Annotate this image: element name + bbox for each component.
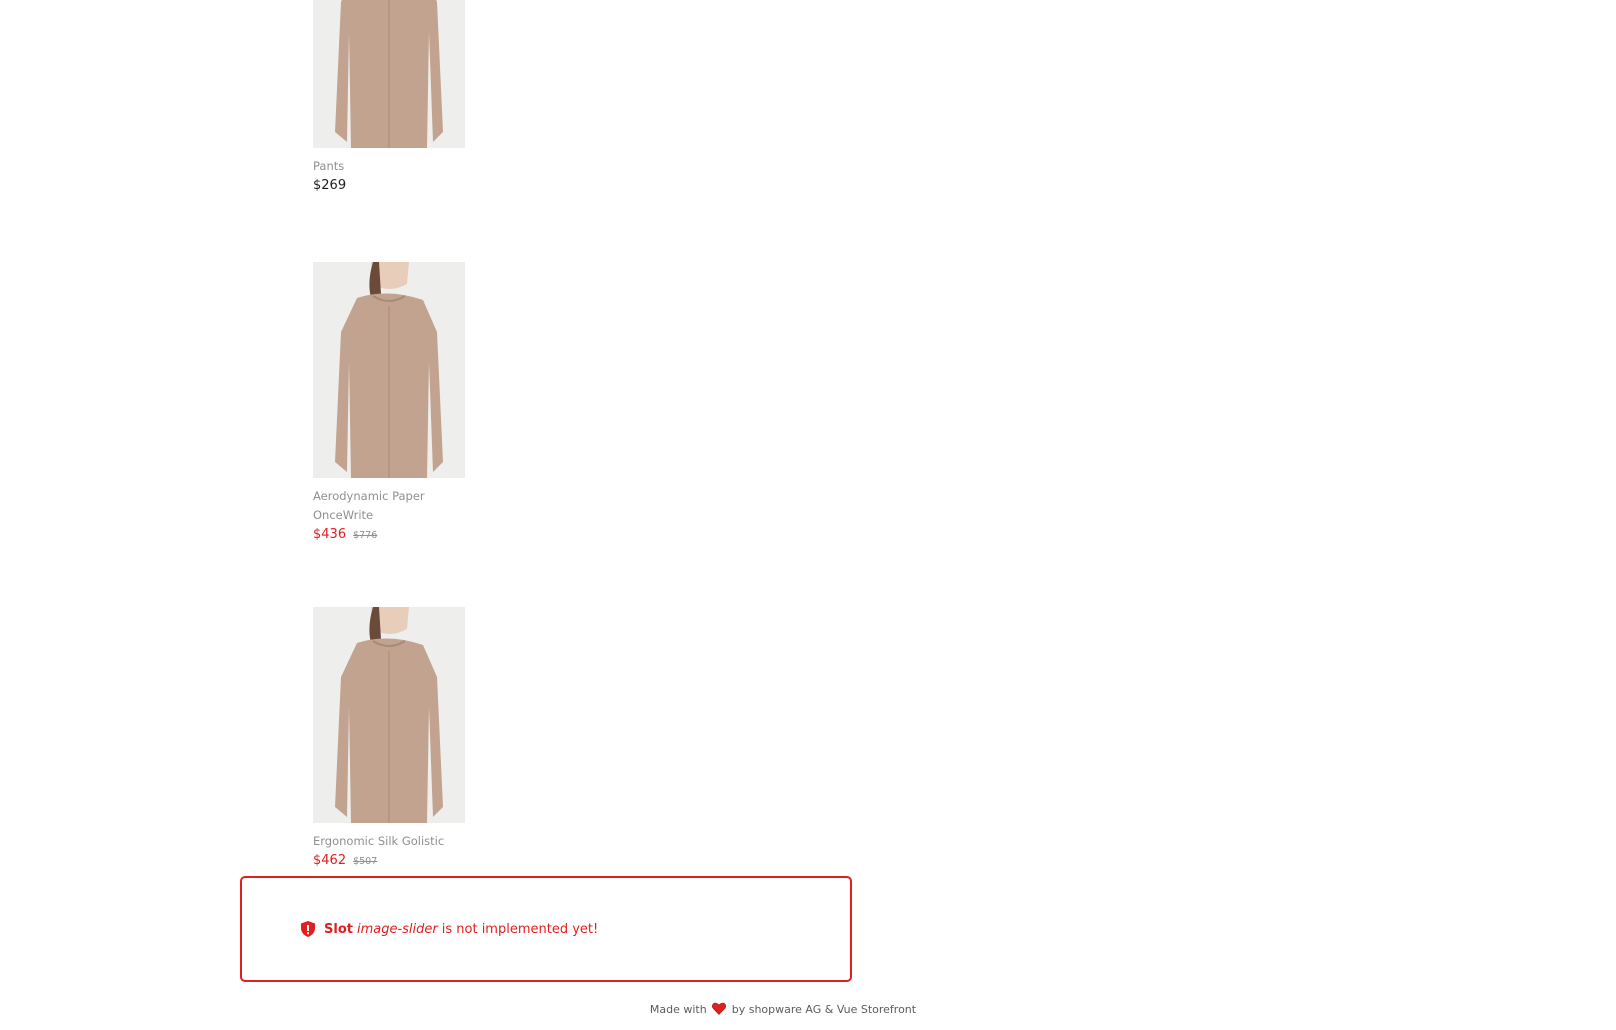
heart-icon [712,1002,727,1015]
slot-error-prefix: Slot [324,921,353,937]
sweater-photo [313,0,465,148]
price-row: $269 [313,178,465,193]
slot-error-name: image-slider [356,921,438,937]
product-name[interactable]: Aerodynamic Paper OnceWrite [313,487,465,525]
product-name[interactable]: Pants [313,157,465,176]
footer: Made with by shopware AG & Vue Storefron… [0,1002,1566,1016]
sweater-photo [313,607,465,823]
product-price-old: $776 [353,530,378,541]
product-price-special: $462 [313,853,347,868]
product-price-old: $507 [353,856,378,867]
page: Pants $269 Aerodynamic Paper OnceWrite $… [0,0,1616,1030]
product-card: Pants $269 [313,0,465,193]
product-price: $269 [313,178,347,193]
product-image[interactable] [313,262,465,478]
slot-error-box: Slot image-slider is not implemented yet… [240,876,852,982]
sweater-photo [313,262,465,478]
footer-credits: by shopware AG & Vue Storefront [731,1003,917,1016]
price-row: $436 $776 [313,527,465,542]
product-image[interactable] [313,607,465,823]
product-card: Ergonomic Silk Golistic $462 $507 [313,607,465,868]
product-image[interactable] [313,0,465,148]
product-price-special: $436 [313,527,347,542]
price-row: $462 $507 [313,853,465,868]
shield-alert-icon [299,920,317,938]
product-card: Aerodynamic Paper OnceWrite $436 $776 [313,262,465,542]
product-name[interactable]: Ergonomic Silk Golistic [313,832,465,851]
slot-error-message: is not implemented yet! [441,921,599,937]
footer-made-with: Made with [649,1003,707,1016]
